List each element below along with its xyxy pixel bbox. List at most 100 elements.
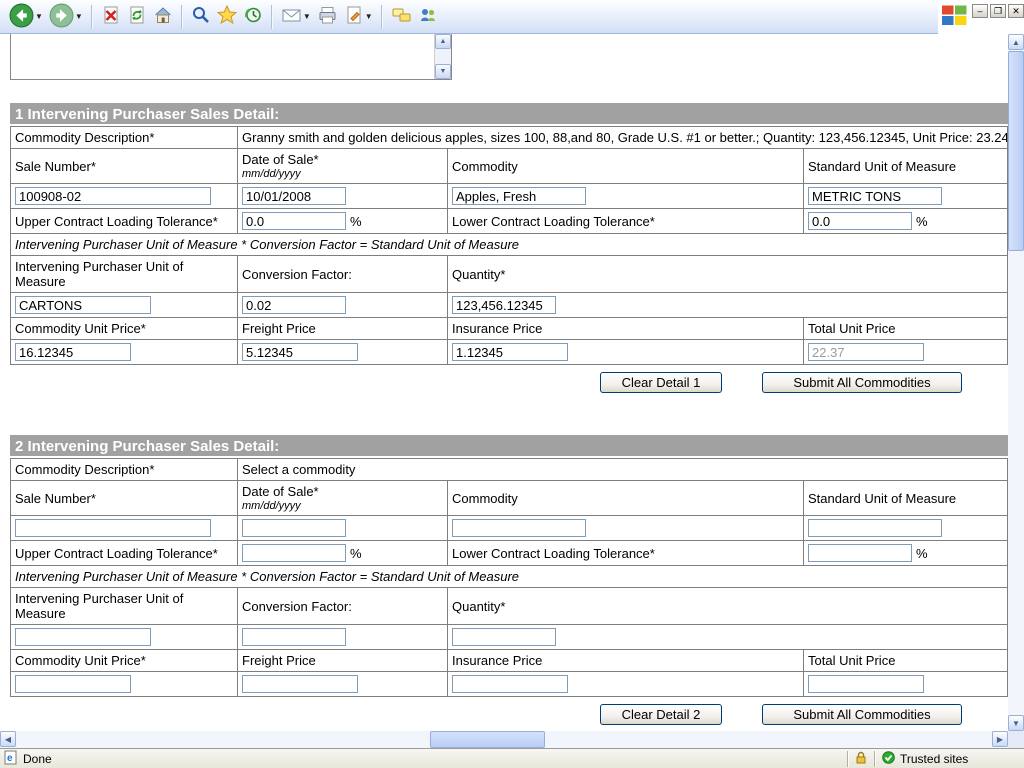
textarea-scroll-down-icon[interactable]: ▼ <box>435 64 451 79</box>
sale-number-input[interactable] <box>15 519 211 537</box>
discuss-button[interactable] <box>388 2 415 32</box>
conversion-factor-input[interactable] <box>242 628 346 646</box>
horizontal-scrollbar-thumb[interactable] <box>430 731 545 748</box>
horizontal-scrollbar[interactable]: ◀ ▶ <box>0 731 1008 748</box>
close-button[interactable]: ✕ <box>1008 4 1024 18</box>
commodity-input[interactable] <box>452 187 586 205</box>
standard-uom-input[interactable] <box>808 187 942 205</box>
home-icon <box>153 5 173 28</box>
mail-button[interactable]: ▼ <box>278 2 314 32</box>
home-button[interactable] <box>150 2 176 32</box>
lower-tolerance-input[interactable] <box>808 544 912 562</box>
restore-button[interactable]: ❐ <box>990 4 1006 18</box>
intervening-uom-input[interactable] <box>15 296 151 314</box>
messenger-button[interactable] <box>415 2 441 32</box>
clear-detail-2-button[interactable]: Clear Detail 2 <box>600 704 722 725</box>
commodity-label: Commodity <box>448 481 804 516</box>
mail-dropdown-icon[interactable]: ▼ <box>303 13 311 21</box>
textarea-scroll-up-icon[interactable]: ▲ <box>435 34 451 49</box>
commodity-unit-price-input[interactable] <box>15 675 131 693</box>
scroll-down-icon[interactable]: ▼ <box>1008 715 1024 731</box>
scroll-left-icon[interactable]: ◀ <box>0 731 16 747</box>
back-button[interactable]: ▼ <box>6 2 46 32</box>
stop-button[interactable] <box>98 2 124 32</box>
refresh-icon <box>127 5 147 28</box>
quantity-cell <box>448 293 1008 318</box>
comments-textarea[interactable]: ▲ ▼ <box>10 34 452 80</box>
forward-dropdown-icon[interactable]: ▼ <box>75 13 83 21</box>
total-unit-price-label: Total Unit Price <box>804 318 1008 340</box>
vertical-scrollbar-thumb[interactable] <box>1008 51 1024 251</box>
quantity-label: Quantity* <box>448 256 1008 293</box>
upper-tolerance-input[interactable] <box>242 212 346 230</box>
date-of-sale-label: Date of Sale* mm/dd/yyyy <box>238 149 448 184</box>
browser-chrome: ▼ ▼ <box>0 0 1024 34</box>
percent-sign: % <box>350 214 362 229</box>
freight-price-input[interactable] <box>242 675 358 693</box>
sales-detail-section-2: 2 Intervening Purchaser Sales Detail: Co… <box>10 435 1008 725</box>
lower-tolerance-label: Lower Contract Loading Tolerance* <box>448 209 804 234</box>
conversion-factor-cell <box>238 293 448 318</box>
insurance-price-label: Insurance Price <box>448 318 804 340</box>
conversion-factor-input[interactable] <box>242 296 346 314</box>
upper-tolerance-label: Upper Contract Loading Tolerance* <box>11 541 238 566</box>
svg-text:e: e <box>7 753 13 764</box>
total-unit-price-input[interactable] <box>808 675 924 693</box>
quantity-input[interactable] <box>452 628 556 646</box>
commodity-cell <box>448 184 804 209</box>
refresh-button[interactable] <box>124 2 150 32</box>
scroll-right-icon[interactable]: ▶ <box>992 731 1008 747</box>
page-content: ▲ ▼ 1 Intervening Purchaser Sales Detail… <box>0 34 1008 731</box>
history-button[interactable] <box>240 2 266 32</box>
lower-tolerance-input[interactable] <box>808 212 912 230</box>
upper-tolerance-cell: % <box>238 209 448 234</box>
textarea-scrollbar[interactable]: ▲ ▼ <box>434 34 451 79</box>
total-unit-price-label: Total Unit Price <box>804 650 1008 672</box>
intervening-uom-input[interactable] <box>15 628 151 646</box>
print-button[interactable] <box>314 2 341 32</box>
status-pane: e Done <box>0 750 847 768</box>
commodity-unit-price-label: Commodity Unit Price* <box>11 318 238 340</box>
insurance-price-input[interactable] <box>452 675 568 693</box>
toolbar-separator <box>91 5 93 29</box>
commodity-unit-price-input[interactable] <box>15 343 131 361</box>
upper-tolerance-cell: % <box>238 541 448 566</box>
favorites-button[interactable] <box>214 2 240 32</box>
standard-uom-input[interactable] <box>808 519 942 537</box>
minimize-button[interactable]: – <box>972 4 988 18</box>
edit-dropdown-icon[interactable]: ▼ <box>365 13 373 21</box>
section-2-buttons: Clear Detail 2 Submit All Commodities <box>10 704 962 725</box>
sale-number-input[interactable] <box>15 187 211 205</box>
insurance-price-input[interactable] <box>452 343 568 361</box>
search-button[interactable] <box>188 2 214 32</box>
clear-detail-1-button[interactable]: Clear Detail 1 <box>600 372 722 393</box>
date-of-sale-label-text: Date of Sale* <box>242 152 319 167</box>
forward-icon <box>49 3 74 31</box>
scroll-up-icon[interactable]: ▲ <box>1008 34 1024 50</box>
forward-button[interactable]: ▼ <box>46 2 86 32</box>
section-1-buttons: Clear Detail 1 Submit All Commodities <box>10 372 962 393</box>
discuss-icon <box>391 5 412 28</box>
submit-all-commodities-button[interactable]: Submit All Commodities <box>762 372 962 393</box>
freight-price-label: Freight Price <box>238 318 448 340</box>
browser-toolbar: ▼ ▼ <box>0 0 938 34</box>
upper-tolerance-input[interactable] <box>242 544 346 562</box>
date-of-sale-input[interactable] <box>242 187 346 205</box>
conversion-note: Intervening Purchaser Unit of Measure * … <box>11 566 1008 588</box>
vertical-scrollbar[interactable]: ▲ ▼ <box>1008 34 1024 731</box>
date-of-sale-input[interactable] <box>242 519 346 537</box>
intervening-uom-label: Intervening Purchaser Unit of Measure <box>11 588 238 625</box>
commodity-description-label: Commodity Description* <box>11 459 238 481</box>
mail-icon <box>281 5 302 28</box>
percent-sign: % <box>916 214 928 229</box>
submit-all-commodities-button[interactable]: Submit All Commodities <box>762 704 962 725</box>
back-dropdown-icon[interactable]: ▼ <box>35 13 43 21</box>
edit-button[interactable]: ▼ <box>341 2 376 32</box>
insurance-price-cell <box>448 672 804 697</box>
conversion-note: Intervening Purchaser Unit of Measure * … <box>11 234 1008 256</box>
commodity-input[interactable] <box>452 519 586 537</box>
trusted-sites-check-icon <box>882 751 895 767</box>
security-pane <box>847 751 874 767</box>
freight-price-input[interactable] <box>242 343 358 361</box>
quantity-input[interactable] <box>452 296 556 314</box>
